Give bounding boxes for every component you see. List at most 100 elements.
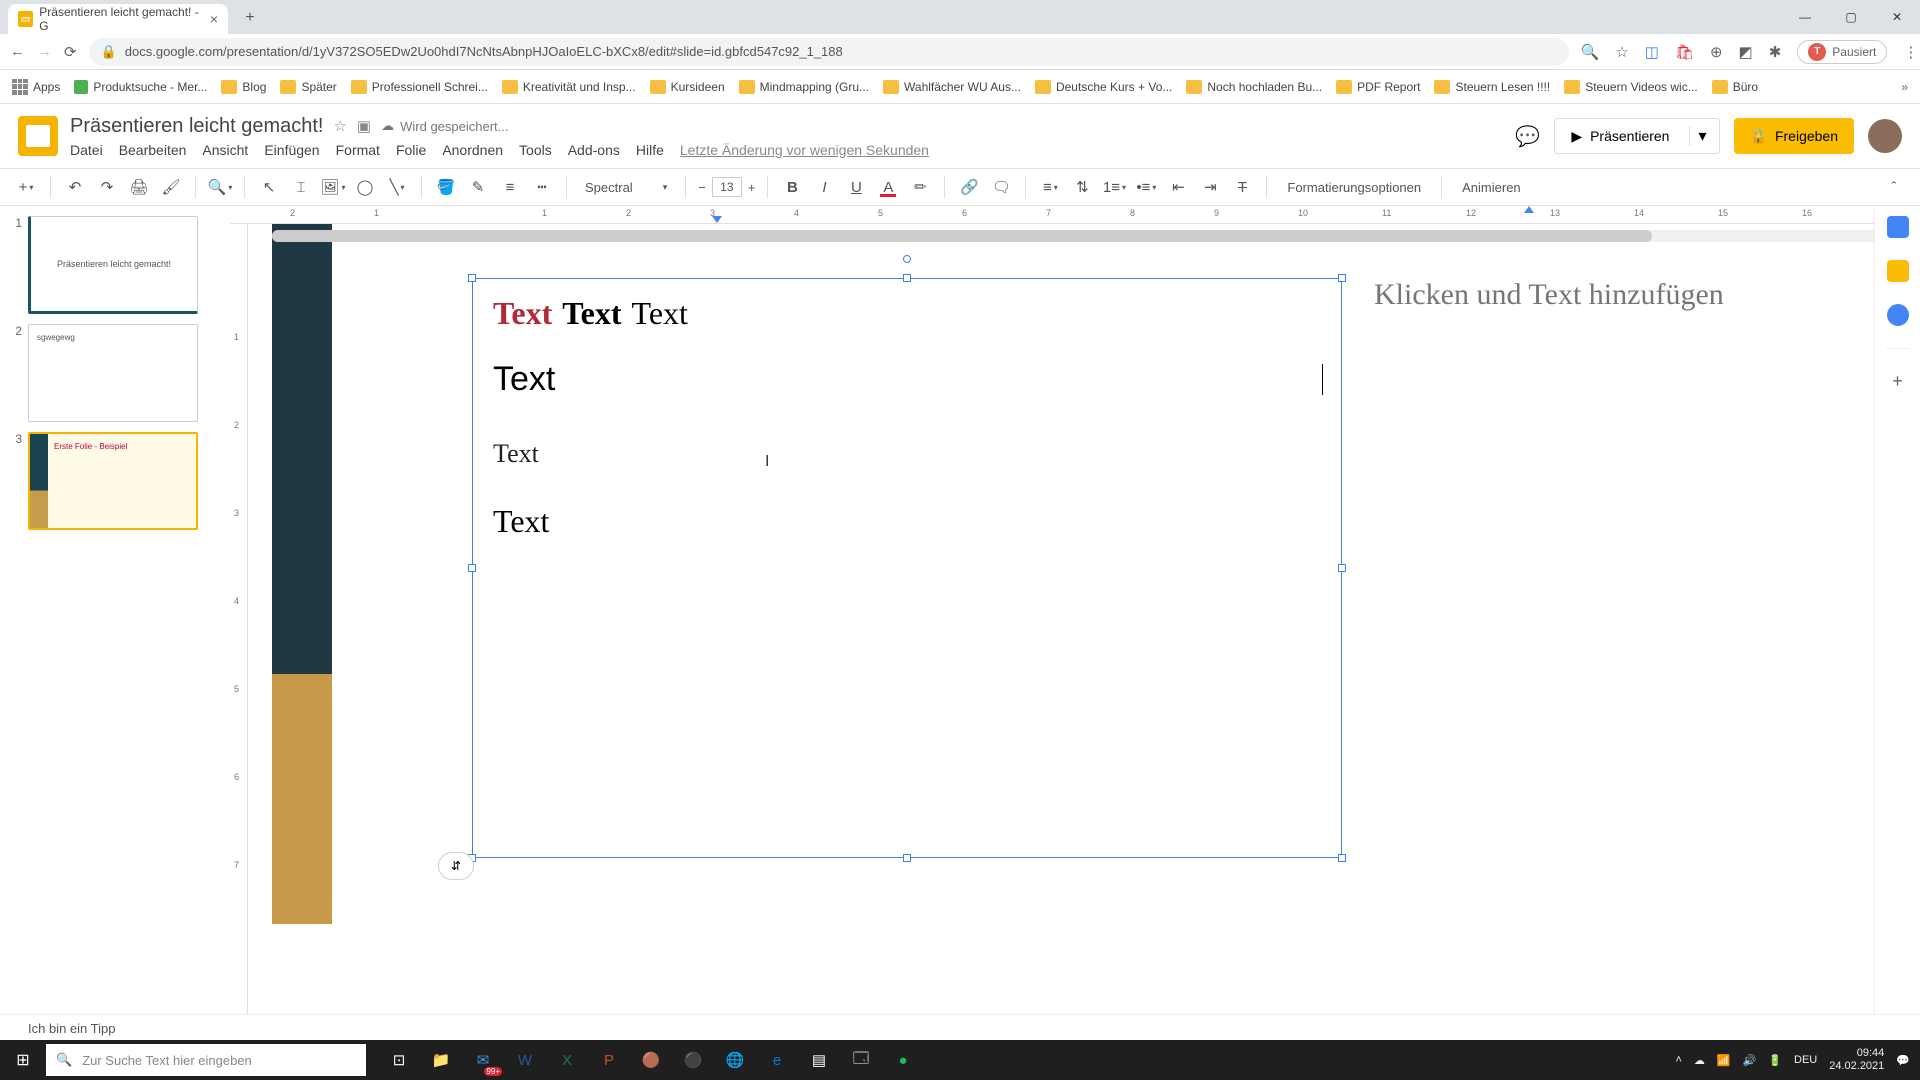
bold-button[interactable]: B: [780, 175, 804, 199]
maximize-button[interactable]: ▢: [1828, 0, 1874, 34]
bulleted-list-button[interactable]: •≡: [1134, 175, 1158, 199]
font-size-input[interactable]: 13: [712, 177, 742, 197]
font-size-decrease[interactable]: −: [698, 180, 706, 195]
explorer-icon[interactable]: 📁: [422, 1044, 460, 1076]
resize-handle[interactable]: [1338, 854, 1346, 862]
cloud-tray-icon[interactable]: ☁: [1694, 1054, 1705, 1067]
scrollbar-thumb[interactable]: [272, 230, 1652, 242]
star-document-icon[interactable]: ☆: [333, 117, 346, 135]
extension-icon-4[interactable]: ◩: [1739, 43, 1753, 61]
tray-clock[interactable]: 09:4424.02.2021: [1829, 1047, 1884, 1073]
task-view-icon[interactable]: ⊡: [380, 1044, 418, 1076]
resize-handle[interactable]: [1338, 274, 1346, 282]
slides-logo-icon[interactable]: [18, 116, 58, 156]
border-weight-button[interactable]: ≡: [498, 175, 522, 199]
indent-increase-button[interactable]: ⇥: [1198, 175, 1222, 199]
textbox-tool[interactable]: ⌶: [289, 175, 313, 199]
format-options-button[interactable]: Formatierungsoptionen: [1279, 180, 1429, 195]
resize-handle[interactable]: [903, 854, 911, 862]
app-icon[interactable]: 🗔: [842, 1044, 880, 1076]
obs-icon[interactable]: ⚫: [674, 1044, 712, 1076]
spotify-icon[interactable]: ●: [884, 1044, 922, 1076]
rotate-handle[interactable]: [903, 255, 911, 263]
border-color-button[interactable]: ✎: [466, 175, 490, 199]
document-title[interactable]: Präsentieren leicht gemacht!: [70, 115, 323, 138]
extensions-menu-icon[interactable]: ✱: [1769, 43, 1782, 61]
indent-marker-right[interactable]: [1524, 206, 1534, 213]
border-dash-button[interactable]: ┅: [530, 175, 554, 199]
paint-format-button[interactable]: 🖌: [159, 175, 183, 199]
bookmark-item[interactable]: Blog: [221, 80, 266, 94]
link-button[interactable]: 🔗: [957, 175, 981, 199]
redo-button[interactable]: ↷: [95, 175, 119, 199]
horizontal-ruler[interactable]: 2112345678910111213141516: [230, 206, 1920, 224]
zoom-button[interactable]: 🔍: [208, 175, 232, 199]
volume-tray-icon[interactable]: 🔊: [1743, 1054, 1757, 1067]
print-button[interactable]: 🖨: [127, 175, 151, 199]
bookmark-item[interactable]: Steuern Lesen !!!!: [1434, 80, 1550, 94]
notifications-tray-icon[interactable]: 💬: [1896, 1054, 1910, 1067]
new-tab-button[interactable]: +: [236, 4, 264, 32]
account-avatar[interactable]: [1868, 119, 1902, 153]
fill-color-button[interactable]: 🪣: [434, 175, 458, 199]
menu-datei[interactable]: Datei: [70, 142, 103, 158]
back-button[interactable]: ←: [10, 43, 25, 60]
add-addon-button[interactable]: +: [1892, 371, 1903, 392]
bookmark-item[interactable]: Steuern Videos wic...: [1564, 80, 1698, 94]
menu-einfuegen[interactable]: Einfügen: [264, 142, 319, 158]
indent-decrease-button[interactable]: ⇤: [1166, 175, 1190, 199]
notes-placeholder[interactable]: Klicken und Text hinzufügen: [1374, 278, 1874, 312]
app-icon[interactable]: 🟤: [632, 1044, 670, 1076]
kebab-menu-icon[interactable]: ⋮: [1903, 43, 1918, 61]
comments-icon[interactable]: 💬: [1515, 124, 1540, 149]
menu-addons[interactable]: Add-ons: [568, 142, 620, 158]
edge-icon[interactable]: e: [758, 1044, 796, 1076]
keep-addon-icon[interactable]: [1887, 260, 1909, 282]
line-spacing-button[interactable]: ⇅: [1070, 175, 1094, 199]
present-button[interactable]: ▶Präsentieren: [1559, 128, 1681, 145]
menu-folie[interactable]: Folie: [396, 142, 426, 158]
bookmarks-overflow-icon[interactable]: »: [1901, 80, 1908, 94]
resize-handle[interactable]: [1338, 564, 1346, 572]
line-tool[interactable]: ╲: [385, 175, 409, 199]
bookmark-item[interactable]: Deutsche Kurs + Vo...: [1035, 80, 1172, 94]
font-size-increase[interactable]: +: [748, 180, 756, 195]
animate-button[interactable]: Animieren: [1454, 180, 1529, 195]
tasks-addon-icon[interactable]: [1887, 304, 1909, 326]
reload-button[interactable]: ⟳: [64, 43, 77, 61]
text-line-1[interactable]: Text Text Text: [493, 295, 1321, 332]
last-change-link[interactable]: Letzte Änderung vor wenigen Sekunden: [680, 142, 929, 158]
undo-button[interactable]: ↶: [63, 175, 87, 199]
slide-stage[interactable]: Text Text Text Text I Text Text ⇵ Klicke…: [248, 224, 1920, 1014]
star-icon[interactable]: ☆: [1615, 43, 1628, 61]
calendar-addon-icon[interactable]: [1887, 216, 1909, 238]
bookmark-item[interactable]: Produktsuche - Mer...: [74, 80, 207, 94]
extension-icon-2[interactable]: 🛍: [1675, 43, 1694, 61]
text-color-button[interactable]: A: [876, 175, 900, 199]
extension-icon-1[interactable]: ◫: [1645, 43, 1659, 61]
move-document-icon[interactable]: ▣: [357, 117, 371, 135]
menu-bearbeiten[interactable]: Bearbeiten: [119, 142, 187, 158]
start-button[interactable]: ⊞: [0, 1050, 46, 1070]
bookmark-item[interactable]: Kreativität und Insp...: [502, 80, 636, 94]
selected-textbox[interactable]: Text Text Text Text I Text Text: [472, 278, 1342, 858]
browser-tab[interactable]: ▭ Präsentieren leicht gemacht! - G ×: [8, 4, 228, 34]
resize-handle[interactable]: [468, 274, 476, 282]
highlight-button[interactable]: ✏: [908, 175, 932, 199]
text-line-3[interactable]: Text: [493, 439, 1321, 469]
underline-button[interactable]: U: [844, 175, 868, 199]
forward-button[interactable]: →: [37, 43, 52, 60]
menu-ansicht[interactable]: Ansicht: [202, 142, 248, 158]
profile-paused-pill[interactable]: T Pausiert: [1797, 40, 1887, 64]
menu-hilfe[interactable]: Hilfe: [636, 142, 664, 158]
present-dropdown[interactable]: ▾: [1689, 126, 1714, 146]
wifi-tray-icon[interactable]: 📶: [1717, 1054, 1731, 1067]
menu-anordnen[interactable]: Anordnen: [442, 142, 503, 158]
app-icon[interactable]: ▤: [800, 1044, 838, 1076]
image-tool[interactable]: 🖼: [321, 175, 345, 199]
resize-handle[interactable]: [903, 274, 911, 282]
slide-thumb-1[interactable]: 1 Präsentieren leicht gemacht!: [8, 216, 222, 314]
font-select[interactable]: Spectral▾: [579, 180, 673, 195]
share-button[interactable]: 🔒Freigeben: [1734, 118, 1854, 154]
autofit-pill[interactable]: ⇵: [438, 852, 474, 880]
